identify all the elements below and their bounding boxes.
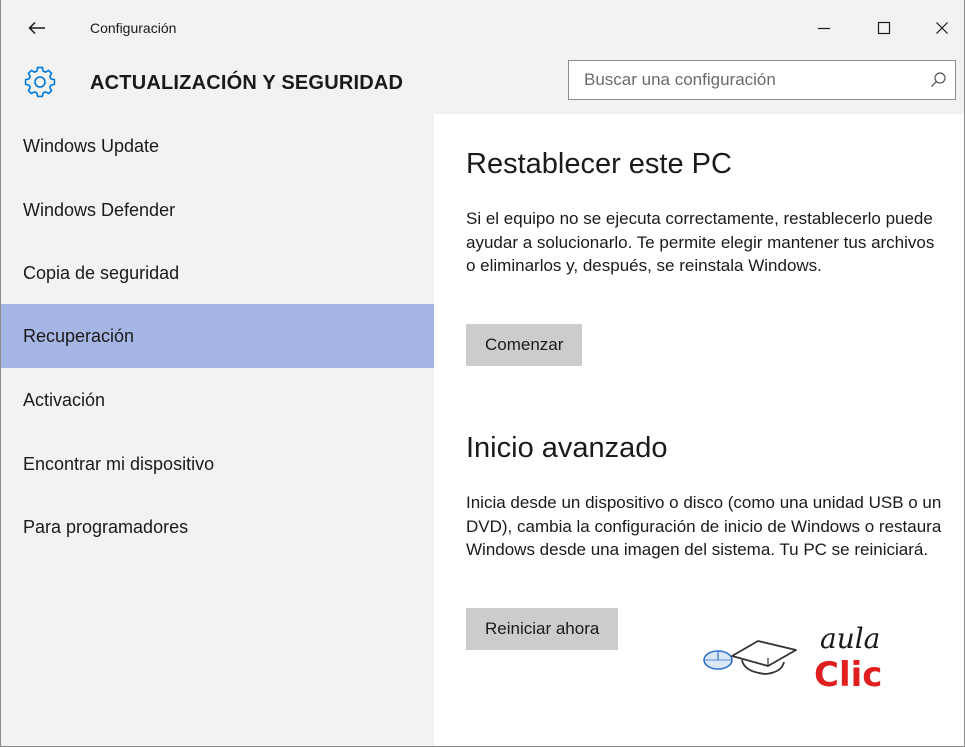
gear-icon (23, 65, 57, 99)
sidebar-item-activacion[interactable]: Activación (1, 368, 434, 432)
settings-window: Configuración ACTUALIZACIÓN Y SEGURIDAD (0, 0, 965, 747)
reiniciar-ahora-button[interactable]: Reiniciar ahora (466, 608, 619, 650)
aulaclic-logo: aula Clic (698, 616, 888, 695)
sidebar-item-label: Windows Defender (23, 199, 176, 220)
minimize-button[interactable] (801, 10, 847, 46)
advanced-startup-heading: Inicio avanzado (466, 432, 668, 464)
maximize-icon (877, 21, 891, 35)
sidebar-item-label: Activación (23, 389, 106, 410)
sidebar-item-label: Recuperación (23, 325, 135, 346)
logo-text-clic: Clic (814, 655, 882, 694)
sidebar-item-recuperacion[interactable]: Recuperación (1, 304, 434, 368)
reset-heading: Restablecer este PC (466, 148, 732, 180)
sidebar-item-encontrar-mi-dispositivo[interactable]: Encontrar mi dispositivo (1, 432, 434, 496)
logo-text-aula: aula (820, 622, 880, 655)
sidebar-item-copia-de-seguridad[interactable]: Copia de seguridad (1, 241, 434, 305)
sidebar-item-label: Copia de seguridad (23, 262, 180, 283)
sidebar-item-para-programadores[interactable]: Para programadores (1, 495, 434, 559)
settings-header: ACTUALIZACIÓN Y SEGURIDAD (1, 57, 964, 114)
search-box[interactable] (568, 60, 956, 100)
sidebar-item-windows-defender[interactable]: Windows Defender (1, 178, 434, 242)
sidebar-item-windows-update[interactable]: Windows Update (1, 114, 434, 178)
search-icon[interactable] (929, 71, 947, 89)
sidebar-item-label: Encontrar mi dispositivo (23, 453, 215, 474)
reset-description: Si el equipo no se ejecuta correctamente… (466, 209, 935, 275)
window-title: Configuración (90, 20, 177, 36)
mouse-mortarboard-icon (703, 640, 797, 675)
sidebar-item-label: Windows Update (23, 135, 160, 156)
search-input[interactable] (569, 61, 919, 99)
advanced-startup-description: Inicia desde un dispositivo o disco (com… (466, 493, 942, 559)
comenzar-button[interactable]: Comenzar (466, 324, 583, 366)
sidebar-nav: Windows Update Windows Defender Copia de… (1, 114, 434, 746)
back-button[interactable] (23, 14, 51, 42)
title-bar: Configuración (1, 0, 964, 57)
close-button[interactable] (919, 10, 964, 46)
minimize-icon (818, 27, 830, 30)
back-arrow-icon (28, 21, 45, 35)
page-title: ACTUALIZACIÓN Y SEGURIDAD (90, 72, 404, 94)
maximize-button[interactable] (861, 10, 907, 46)
sidebar-item-label: Para programadores (23, 516, 189, 537)
close-icon (936, 22, 948, 34)
